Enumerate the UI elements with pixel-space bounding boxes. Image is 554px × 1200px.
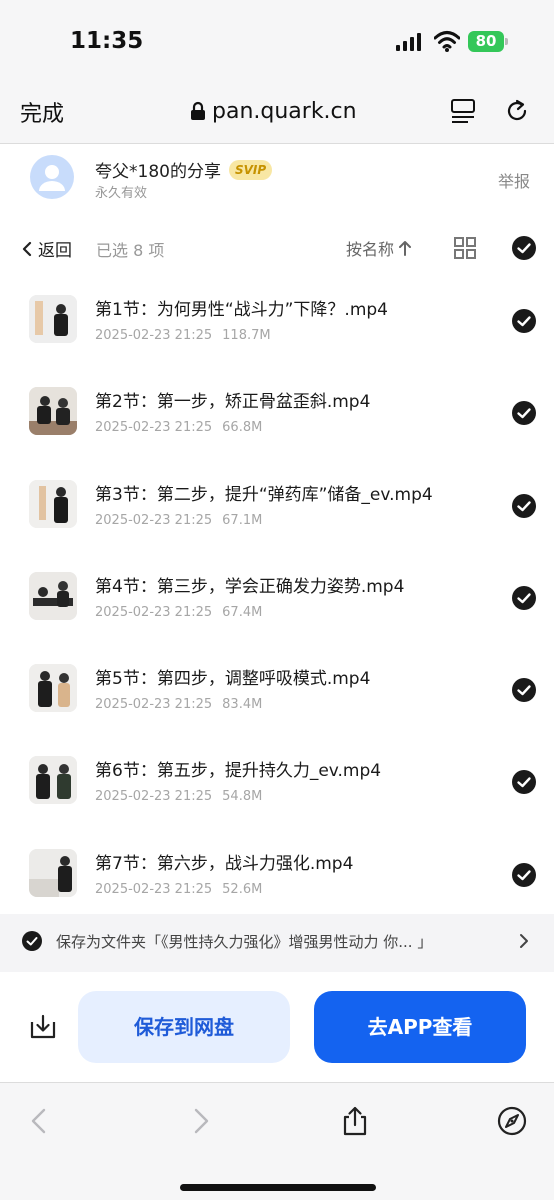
back-label: 返回 (38, 241, 72, 261)
save-to-cloud-button[interactable]: 保存到网盘 (78, 991, 290, 1063)
status-bar: 11:35 80 (0, 0, 554, 82)
url-text: pan.quark.cn (212, 98, 357, 124)
file-row[interactable]: 第5节：第四步，调整呼吸模式.mp4 2025-02-23 21:25 83.4M (0, 644, 554, 736)
file-list: 第1节：为何男性“战斗力”下降？.mp4 2025-02-23 21:25 118… (0, 275, 554, 921)
download-icon[interactable] (28, 1012, 58, 1042)
file-size: 67.4M (222, 604, 263, 620)
address-bar[interactable]: pan.quark.cn (190, 95, 357, 127)
file-size: 52.6M (222, 881, 263, 897)
check-circle-icon[interactable] (512, 770, 536, 795)
file-name: 第2节：第一步，矫正骨盆歪斜.mp4 (95, 392, 371, 413)
file-name: 第7节：第六步，战斗力强化.mp4 (95, 853, 354, 874)
file-meta: 2025-02-23 21:25 52.6M (95, 882, 262, 897)
sort-button[interactable]: 按名称 (346, 236, 412, 260)
file-row[interactable]: 第6节：第五步，提升持久力_ev.mp4 2025-02-23 21:25 54.… (0, 736, 554, 828)
file-meta: 2025-02-23 21:25 67.4M (95, 605, 262, 620)
chevron-left-icon (22, 241, 32, 256)
file-name: 第3节：第二步，提升“弹药库”储备_ev.mp4 (95, 484, 433, 505)
file-row[interactable]: 第4节：第三步，学会正确发力姿势.mp4 2025-02-23 21:25 67.… (0, 552, 554, 644)
check-circle-icon[interactable] (512, 401, 536, 426)
file-size: 118.7M (222, 328, 271, 343)
home-indicator (180, 1184, 376, 1191)
compass-icon[interactable] (496, 1105, 528, 1137)
check-circle-icon[interactable] (512, 862, 536, 887)
selected-count: 已选 8 项 (96, 241, 165, 260)
file-meta: 2025-02-23 21:25 83.4M (95, 697, 262, 712)
battery-level: 80 (468, 31, 504, 52)
reader-icon[interactable] (448, 96, 478, 126)
svip-badge: SVIP (228, 159, 273, 180)
check-circle-icon[interactable] (512, 309, 536, 333)
file-row[interactable]: 第3节：第二步，提升“弹药库”储备_ev.mp4 2025-02-23 21:2… (0, 460, 554, 552)
file-meta: 2025-02-23 21:25 54.8M (95, 789, 262, 804)
file-date: 2025-02-23 21:25 (95, 420, 213, 436)
save-folder-text: 保存为文件夹「《男性持久力强化》增强男性动力 你... 」 (56, 933, 433, 951)
sort-arrow-icon (399, 241, 412, 256)
share-title: 夸父*180的分享 SVIP (95, 157, 273, 182)
file-date: 2025-02-23 21:25 (95, 512, 213, 528)
file-date: 2025-02-23 21:25 (95, 604, 213, 620)
bottom-actions: 保存到网盘 去APP查看 (0, 972, 554, 1080)
video-thumbnail (29, 756, 77, 805)
video-thumbnail (29, 295, 77, 343)
file-meta: 2025-02-23 21:25 67.1M (95, 513, 262, 528)
browser-toolbar (0, 1082, 554, 1200)
back-button[interactable]: 返回 (22, 236, 72, 261)
sort-label: 按名称 (346, 240, 395, 259)
back-arrow-icon[interactable] (24, 1105, 56, 1137)
done-button[interactable]: 完成 (20, 96, 64, 128)
share-validity: 永久有效 (95, 186, 148, 201)
file-name: 第5节：第四步，调整呼吸模式.mp4 (95, 669, 371, 690)
forward-arrow-icon[interactable] (184, 1105, 216, 1137)
grid-icon[interactable] (453, 236, 477, 260)
file-size: 54.8M (222, 789, 263, 805)
check-circle-icon[interactable] (512, 493, 536, 518)
video-thumbnail (29, 387, 77, 436)
file-meta: 2025-02-23 21:25 118.7M (95, 328, 271, 343)
reload-icon[interactable] (502, 96, 532, 126)
check-circle-icon[interactable] (22, 931, 42, 951)
video-thumbnail (29, 479, 77, 528)
file-size: 67.1M (222, 512, 263, 528)
file-size: 66.8M (222, 420, 263, 436)
save-as-folder-option[interactable]: 保存为文件夹「《男性持久力强化》增强男性动力 你... 」 (0, 914, 554, 972)
avatar-icon (30, 155, 74, 199)
share-owner-title: 夸父*180的分享 (95, 162, 221, 182)
share-header: 夸父*180的分享 SVIP 永久有效 举报 (0, 145, 554, 215)
file-name: 第1节：为何男性“战斗力”下降？.mp4 (95, 300, 389, 320)
file-date: 2025-02-23 21:25 (95, 697, 213, 713)
file-date: 2025-02-23 21:25 (95, 328, 213, 343)
file-row[interactable]: 第1节：为何男性“战斗力”下降？.mp4 2025-02-23 21:25 118… (0, 275, 554, 367)
video-thumbnail (29, 848, 77, 897)
lock-icon (191, 101, 205, 120)
share-icon[interactable] (339, 1105, 371, 1137)
file-row[interactable]: 第2节：第一步，矫正骨盆歪斜.mp4 2025-02-23 21:25 66.8M (0, 367, 554, 459)
wifi-icon (434, 31, 460, 52)
file-size: 83.4M (222, 697, 263, 713)
cellular-signal-icon (396, 33, 422, 51)
file-meta: 2025-02-23 21:25 66.8M (95, 420, 262, 435)
status-time: 11:35 (70, 28, 144, 54)
video-thumbnail (29, 664, 77, 713)
select-all-check-icon[interactable] (512, 236, 536, 260)
video-thumbnail (29, 571, 77, 620)
battery-indicator: 80 (468, 31, 508, 52)
open-app-button[interactable]: 去APP查看 (314, 991, 526, 1063)
check-circle-icon[interactable] (512, 585, 536, 610)
file-name: 第6节：第五步，提升持久力_ev.mp4 (95, 761, 382, 782)
file-date: 2025-02-23 21:25 (95, 881, 213, 897)
chevron-right-icon (520, 934, 528, 948)
file-date: 2025-02-23 21:25 (95, 789, 213, 805)
file-toolbar: 返回 已选 8 项 按名称 (0, 222, 554, 272)
file-name: 第4节：第三步，学会正确发力姿势.mp4 (95, 576, 405, 597)
report-button[interactable]: 举报 (498, 168, 530, 192)
check-circle-icon[interactable] (512, 678, 536, 703)
browser-nav-bar: 完成 pan.quark.cn (0, 82, 554, 144)
file-row[interactable]: 第7节：第六步，战斗力强化.mp4 2025-02-23 21:25 52.6M (0, 829, 554, 921)
